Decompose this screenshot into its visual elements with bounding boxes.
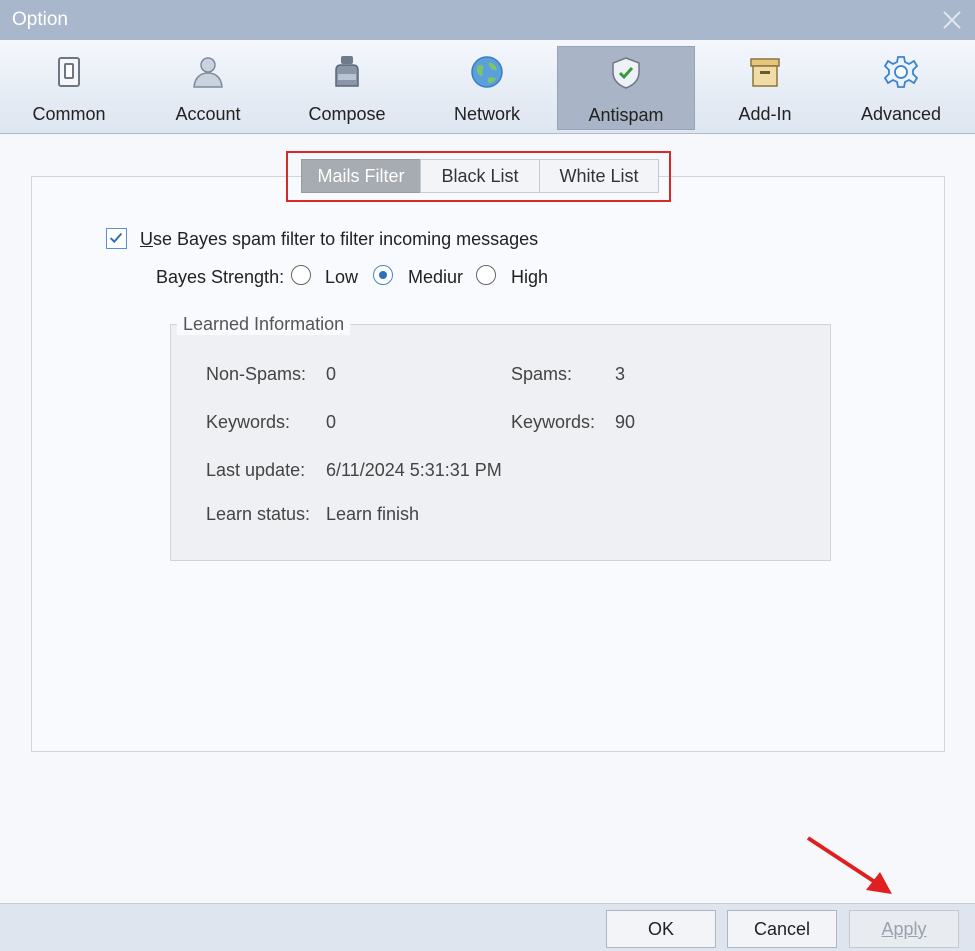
strength-low-label[interactable]: Low	[325, 267, 358, 288]
bayes-filter-checkbox[interactable]	[106, 228, 127, 249]
strength-high-label[interactable]: High	[511, 267, 548, 288]
ok-button[interactable]: OK	[606, 910, 716, 948]
category-toolbar: Common Account Compose Network Antispam	[0, 40, 975, 134]
keywords-label-nonspam: Keywords:	[206, 412, 291, 432]
tool-label: Advanced	[860, 104, 942, 124]
globe-icon	[471, 56, 503, 88]
tool-account[interactable]: Account	[139, 46, 277, 130]
tool-common[interactable]: Common	[0, 46, 138, 130]
tool-advanced[interactable]: Advanced	[832, 46, 970, 130]
cancel-button[interactable]: Cancel	[727, 910, 837, 948]
tabs-highlight-box	[286, 151, 671, 202]
apply-button[interactable]: Apply	[849, 910, 959, 948]
learned-info-group	[170, 324, 831, 561]
checkmark-icon	[109, 232, 123, 244]
person-icon	[193, 57, 223, 88]
checkbox-label-text: se Bayes spam filter to filter incoming …	[153, 229, 539, 249]
keywords-value-spam: 90	[615, 412, 636, 432]
non-spams-value: 0	[326, 364, 337, 384]
tool-label: Antispam	[588, 105, 664, 125]
archive-box-icon	[750, 58, 780, 87]
learn-status-label: Learn status:	[206, 504, 311, 524]
learned-info-title: Learned Information	[177, 314, 351, 335]
annotation-arrow-icon	[806, 836, 892, 894]
strength-medium-label[interactable]: Mediur	[408, 267, 468, 288]
spams-value: 3	[615, 364, 626, 384]
tool-compose[interactable]: Compose	[278, 46, 416, 130]
tool-label: Add-In	[738, 104, 792, 124]
strength-high-radio[interactable]	[476, 265, 496, 285]
window-title: Option	[12, 9, 68, 30]
switch-icon	[58, 57, 80, 87]
keywords-value-nonspam: 0	[326, 412, 337, 432]
bayes-filter-label[interactable]: Use Bayes spam filter to filter incoming…	[140, 229, 538, 250]
bayes-strength-label: Bayes Strength:	[156, 267, 285, 287]
last-update-label: Last update:	[206, 460, 306, 480]
tool-add-in[interactable]: Add-In	[696, 46, 834, 130]
title-bar: Option	[0, 0, 975, 40]
close-icon[interactable]	[941, 9, 963, 31]
non-spams-label: Non-Spams:	[206, 364, 307, 384]
ink-bottle-icon	[335, 56, 359, 87]
learn-status-value: Learn finish	[326, 504, 420, 524]
tool-label: Account	[175, 104, 241, 124]
strength-medium-radio[interactable]	[373, 265, 393, 285]
tool-antispam[interactable]: Antispam	[557, 46, 695, 130]
gear-icon	[883, 56, 919, 88]
spams-label: Spams:	[511, 364, 573, 384]
strength-low-radio[interactable]	[291, 265, 311, 285]
shield-check-icon	[612, 57, 640, 89]
mnemonic-letter: U	[140, 229, 153, 249]
tool-label: Compose	[308, 104, 386, 124]
tool-label: Network	[453, 104, 520, 124]
last-update-value: 6/11/2024 5:31:31 PM	[326, 460, 502, 480]
keywords-label-spam: Keywords:	[511, 412, 596, 432]
tool-label: Common	[32, 104, 106, 124]
tool-network[interactable]: Network	[418, 46, 556, 130]
